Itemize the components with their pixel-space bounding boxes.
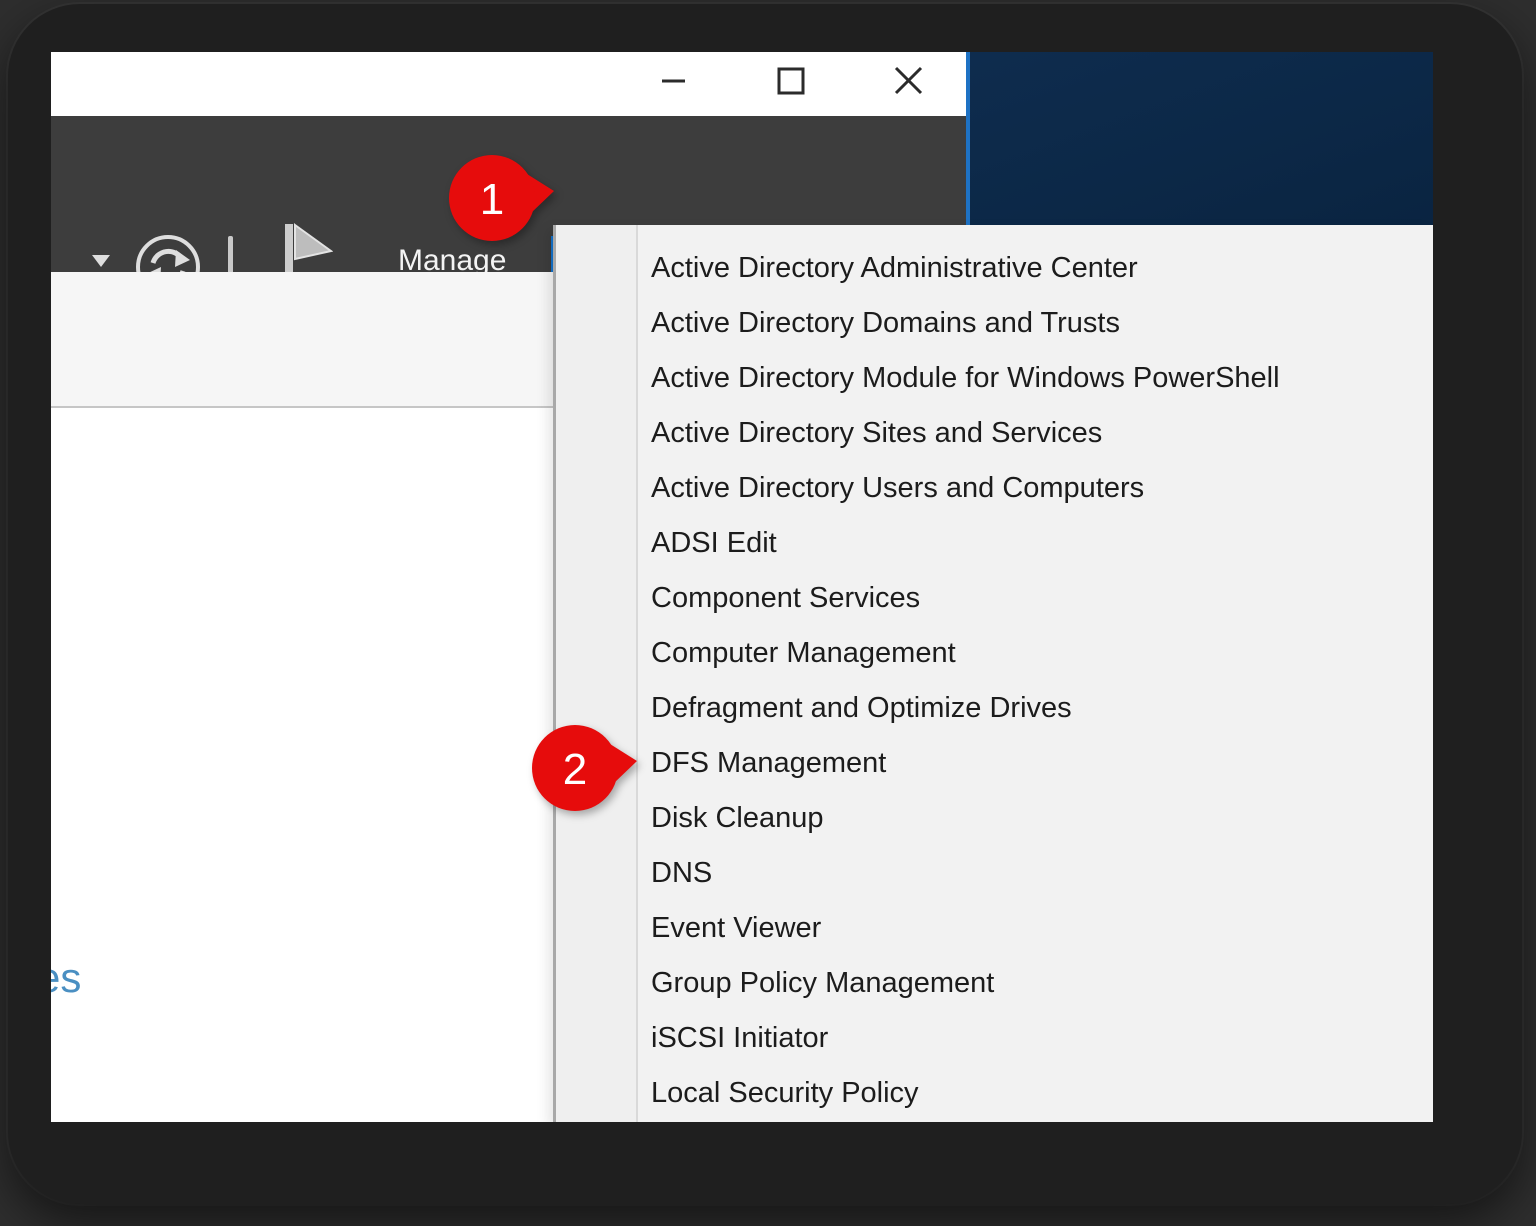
dashboard-background	[970, 52, 1433, 225]
wizard-titlebar	[51, 52, 970, 116]
menu-item-dfs-management[interactable]: DFS Management	[556, 736, 1433, 791]
menu-item-component-services[interactable]: Component Services	[556, 571, 1433, 626]
menu-item-active-directory-sites-and-services[interactable]: Active Directory Sites and Services	[556, 406, 1433, 461]
screenshot-canvas: Manage Tools View Help es Active Directo…	[0, 0, 1536, 1226]
menu-item-disk-cleanup[interactable]: Disk Cleanup	[556, 791, 1433, 846]
menu-item-local-security-policy[interactable]: Local Security Policy	[556, 1066, 1433, 1121]
menu-item-iscsi-initiator[interactable]: iSCSI Initiator	[556, 1011, 1433, 1066]
callout-step-2-number: 2	[563, 745, 587, 794]
wizard-header-strip	[51, 272, 553, 408]
partial-link-text[interactable]: es	[51, 956, 81, 1000]
callout-step-2: 2	[525, 713, 655, 823]
callout-step-1: 1	[442, 143, 572, 253]
menu-item-active-directory-administrative-center[interactable]: Active Directory Administrative Center	[556, 241, 1433, 296]
menu-item-group-policy-management[interactable]: Group Policy Management	[556, 956, 1433, 1011]
menu-item-computer-management[interactable]: Computer Management	[556, 626, 1433, 681]
menu-item-active-directory-users-and-computers[interactable]: Active Directory Users and Computers	[556, 461, 1433, 516]
close-button[interactable]	[893, 66, 923, 96]
menu-item-event-viewer[interactable]: Event Viewer	[556, 901, 1433, 956]
menu-item-defragment-and-optimize-drives[interactable]: Defragment and Optimize Drives	[556, 681, 1433, 736]
tools-menu: Active Directory Administrative Center A…	[553, 225, 1433, 1122]
menu-item-adsi-edit[interactable]: ADSI Edit	[556, 516, 1433, 571]
menu-item-dns[interactable]: DNS	[556, 846, 1433, 901]
menu-item-active-directory-module-for-windows-powershell[interactable]: Active Directory Module for Windows Powe…	[556, 351, 1433, 406]
wizard-panel: es	[51, 272, 553, 1122]
window-accent-border	[966, 52, 970, 225]
callout-step-1-number: 1	[480, 175, 504, 224]
minimize-button[interactable]	[658, 65, 688, 95]
maximize-button[interactable]	[775, 66, 805, 96]
chevron-down-icon[interactable]	[92, 255, 110, 267]
menu-item-active-directory-domains-and-trusts[interactable]: Active Directory Domains and Trusts	[556, 296, 1433, 351]
server-manager-screenshot: Manage Tools View Help es Active Directo…	[51, 52, 1433, 1122]
